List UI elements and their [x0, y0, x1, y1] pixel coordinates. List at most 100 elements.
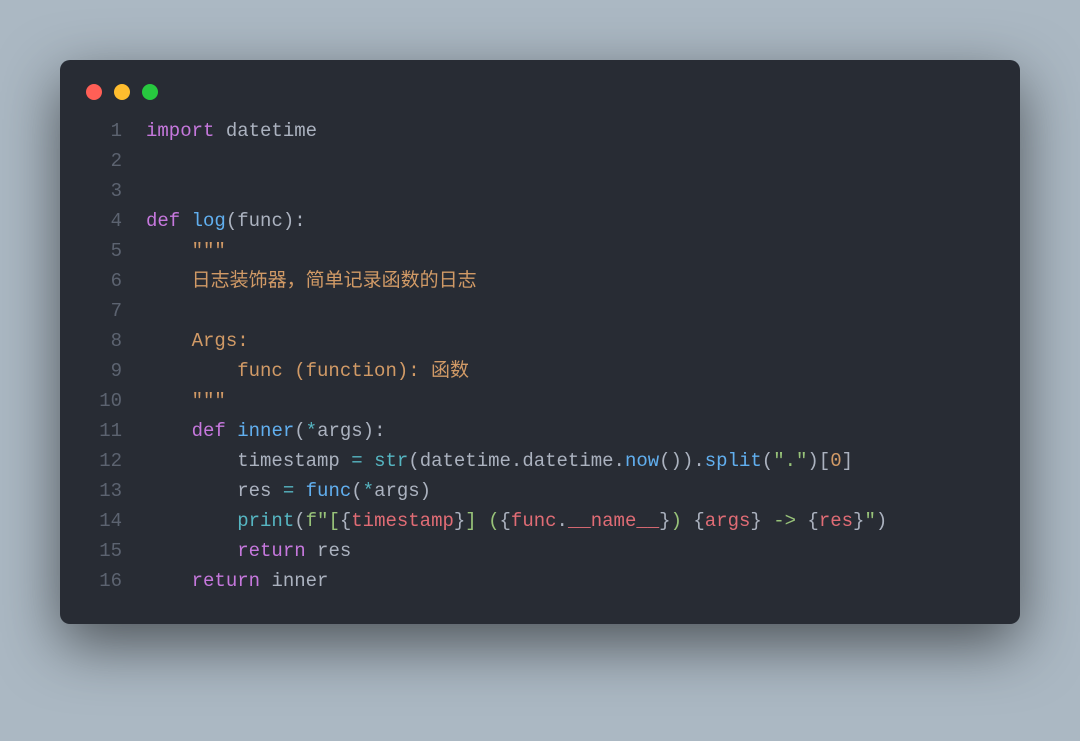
- code-line[interactable]: 13 res = func(*args): [78, 476, 994, 506]
- code-line[interactable]: 1import datetime: [78, 116, 994, 146]
- code-token: ): [876, 510, 887, 532]
- line-number: 14: [78, 506, 146, 536]
- code-token: inner: [237, 420, 294, 442]
- code-token: datetime: [522, 450, 613, 472]
- code-token: ] (: [465, 510, 499, 532]
- code-token: [294, 480, 305, 502]
- code-line[interactable]: 8 Args:: [78, 326, 994, 356]
- code-token: [180, 210, 191, 232]
- line-number: 13: [78, 476, 146, 506]
- code-content[interactable]: def inner(*args):: [146, 416, 994, 446]
- code-token: =: [351, 450, 362, 472]
- code-token: [146, 360, 237, 382]
- line-number: 16: [78, 566, 146, 596]
- minimize-icon[interactable]: [114, 84, 130, 100]
- code-token: [146, 270, 192, 292]
- code-token: ): [420, 480, 431, 502]
- code-content[interactable]: print(f"[{timestamp}] ({func.__name__}) …: [146, 506, 994, 536]
- code-token: now: [625, 450, 659, 472]
- code-token: [363, 450, 374, 472]
- code-token: func (function): 函数: [237, 360, 469, 382]
- code-token: [146, 420, 192, 442]
- code-line[interactable]: 3: [78, 176, 994, 206]
- code-content[interactable]: """: [146, 236, 994, 266]
- code-token: ): [671, 510, 694, 532]
- code-line[interactable]: 9 func (function): 函数: [78, 356, 994, 386]
- code-content[interactable]: return inner: [146, 566, 994, 596]
- code-token: ->: [762, 510, 808, 532]
- code-token: timestamp: [351, 510, 454, 532]
- code-content[interactable]: """: [146, 386, 994, 416]
- code-token: ]: [842, 450, 853, 472]
- code-line[interactable]: 11 def inner(*args):: [78, 416, 994, 446]
- line-number: 8: [78, 326, 146, 356]
- code-line[interactable]: 15 return res: [78, 536, 994, 566]
- code-token: {: [693, 510, 704, 532]
- code-content[interactable]: timestamp = str(datetime.datetime.now())…: [146, 446, 994, 476]
- code-token: (: [351, 480, 362, 502]
- code-token: res: [237, 480, 283, 502]
- code-token: return: [237, 540, 305, 562]
- code-token: f"[: [306, 510, 340, 532]
- code-content[interactable]: def log(func):: [146, 206, 994, 236]
- code-token: }: [853, 510, 864, 532]
- code-content[interactable]: 日志装饰器，简单记录函数的日志: [146, 266, 994, 296]
- code-token: [146, 390, 192, 412]
- code-token: ": [864, 510, 875, 532]
- code-token: }: [454, 510, 465, 532]
- code-token: *: [363, 480, 374, 502]
- line-number: 11: [78, 416, 146, 446]
- line-number: 3: [78, 176, 146, 206]
- close-icon[interactable]: [86, 84, 102, 100]
- line-number: 6: [78, 266, 146, 296]
- line-number: 1: [78, 116, 146, 146]
- code-token: [146, 570, 192, 592]
- line-number: 10: [78, 386, 146, 416]
- code-line[interactable]: 5 """: [78, 236, 994, 266]
- code-token: print: [237, 510, 294, 532]
- code-line[interactable]: 2: [78, 146, 994, 176]
- code-token: def: [192, 420, 226, 442]
- code-line[interactable]: 4def log(func):: [78, 206, 994, 236]
- line-number: 7: [78, 296, 146, 326]
- code-token: [214, 120, 225, 142]
- code-token: }: [750, 510, 761, 532]
- code-token: {: [807, 510, 818, 532]
- code-content[interactable]: func (function): 函数: [146, 356, 994, 386]
- code-token: }: [659, 510, 670, 532]
- code-token: (: [408, 450, 419, 472]
- code-token: args: [705, 510, 751, 532]
- code-token: =: [283, 480, 294, 502]
- code-token: ):: [363, 420, 386, 442]
- code-window: 1import datetime234def log(func):5 """6 …: [60, 60, 1020, 624]
- code-token: [146, 480, 237, 502]
- code-token: 日志装饰器，简单记录函数的日志: [192, 270, 477, 292]
- code-token: [146, 510, 237, 532]
- code-editor[interactable]: 1import datetime234def log(func):5 """6 …: [60, 110, 1020, 600]
- code-token: *: [306, 420, 317, 442]
- code-line[interactable]: 10 """: [78, 386, 994, 416]
- line-number: 15: [78, 536, 146, 566]
- code-line[interactable]: 14 print(f"[{timestamp}] ({func.__name__…: [78, 506, 994, 536]
- code-line[interactable]: 7: [78, 296, 994, 326]
- code-line[interactable]: 6 日志装饰器，简单记录函数的日志: [78, 266, 994, 296]
- code-content[interactable]: Args:: [146, 326, 994, 356]
- code-token: [146, 540, 237, 562]
- code-line[interactable]: 12 timestamp = str(datetime.datetime.now…: [78, 446, 994, 476]
- code-token: timestamp: [237, 450, 351, 472]
- code-token: import: [146, 120, 214, 142]
- code-content[interactable]: return res: [146, 536, 994, 566]
- code-content[interactable]: import datetime: [146, 116, 994, 146]
- code-line[interactable]: 16 return inner: [78, 566, 994, 596]
- line-number: 4: [78, 206, 146, 236]
- code-token: ):: [283, 210, 306, 232]
- code-token: [146, 240, 192, 262]
- code-content[interactable]: res = func(*args): [146, 476, 994, 506]
- line-number: 9: [78, 356, 146, 386]
- code-token: .: [511, 450, 522, 472]
- window-titlebar: [60, 60, 1020, 110]
- code-token: inner: [271, 570, 328, 592]
- zoom-icon[interactable]: [142, 84, 158, 100]
- code-token: def: [146, 210, 180, 232]
- code-token: __name__: [568, 510, 659, 532]
